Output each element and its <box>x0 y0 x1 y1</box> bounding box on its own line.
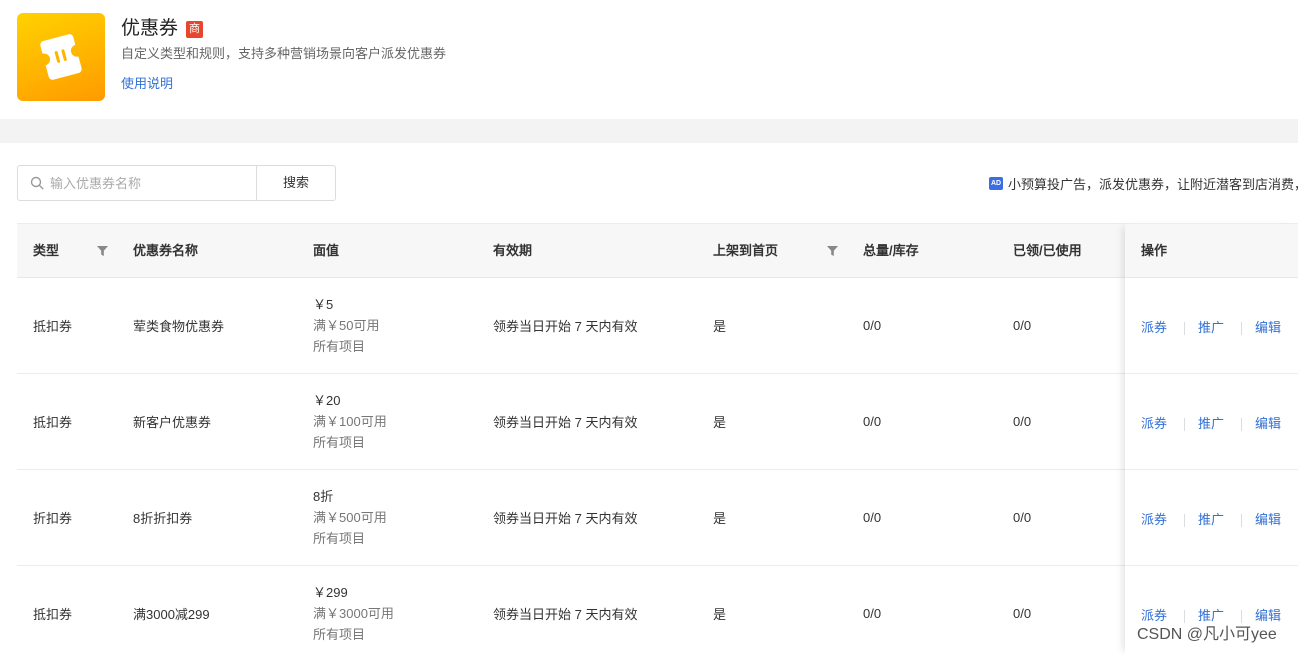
operations-header-label: 操作 <box>1141 243 1168 258</box>
watermark: CSDN @凡小可yee <box>1137 626 1277 643</box>
cell-claimed-used: 0/0 <box>1013 414 1032 429</box>
face-amount: ￥20 <box>313 393 341 408</box>
action-divider <box>1184 610 1185 623</box>
search-field[interactable] <box>17 165 257 201</box>
face-condition: 满￥50可用 <box>313 318 380 333</box>
table-header: 类型 优惠券名称 面值 有效期 上架到首页 总量/库存 已领/已使用 <box>17 223 1298 278</box>
column-header-validity: 有效期 <box>493 243 533 258</box>
cell-validity: 领券当日开始 7 天内有效 <box>493 511 638 526</box>
cell-name: 荤类食物优惠券 <box>133 319 225 334</box>
cell-name: 8折折扣券 <box>133 511 193 526</box>
search-icon <box>30 176 44 190</box>
table-row: 抵扣券 满3000减299 ￥299 满￥3000可用 所有项目 领券当日开始 … <box>17 566 1298 655</box>
cell-homepage: 是 <box>713 607 727 622</box>
cell-name: 满3000减299 <box>133 607 210 622</box>
cell-claimed-used: 0/0 <box>1013 510 1032 525</box>
table-row: 折扣券 8折折扣券 8折 满￥500可用 所有项目 领券当日开始 7 天内有效 … <box>17 470 1298 566</box>
face-scope: 所有项目 <box>313 339 366 354</box>
cell-stock: 0/0 <box>863 510 882 525</box>
page-header: 优惠券 商 自定义类型和规则，支持多种营销场景向客户派发优惠券 使用说明 <box>0 0 1298 119</box>
cell-validity: 领券当日开始 7 天内有效 <box>493 415 638 430</box>
action-divider <box>1184 418 1185 431</box>
issue-coupon-link[interactable]: 派券 <box>1141 607 1167 625</box>
column-header-name: 优惠券名称 <box>133 243 199 258</box>
operations-row: 派券 推广 编辑 <box>1125 470 1298 566</box>
cell-claimed-used: 0/0 <box>1013 318 1032 333</box>
issue-coupon-link[interactable]: 派券 <box>1141 415 1167 433</box>
face-condition: 满￥500可用 <box>313 510 387 525</box>
table-row: 抵扣券 新客户优惠券 ￥20 满￥100可用 所有项目 领券当日开始 7 天内有… <box>17 374 1298 470</box>
face-condition: 满￥100可用 <box>313 414 387 429</box>
action-divider <box>1184 514 1185 527</box>
coupon-ticket-icon <box>17 13 105 101</box>
promote-link[interactable]: 推广 <box>1198 319 1224 337</box>
cell-stock: 0/0 <box>863 606 882 621</box>
cell-type: 抵扣券 <box>33 415 73 430</box>
cell-type: 抵扣券 <box>33 607 73 622</box>
filter-icon[interactable] <box>827 246 838 256</box>
cell-type: 折扣券 <box>33 511 73 526</box>
cell-validity: 领券当日开始 7 天内有效 <box>493 607 638 622</box>
edit-link[interactable]: 编辑 <box>1255 319 1281 337</box>
cell-face-value: ￥5 满￥50可用 所有项目 <box>313 278 379 373</box>
title-row: 优惠券 商 <box>121 17 204 41</box>
cell-validity: 领券当日开始 7 天内有效 <box>493 319 638 334</box>
promote-link[interactable]: 推广 <box>1198 607 1224 625</box>
action-divider <box>1241 418 1242 431</box>
operations-column: 操作 派券 推广 编辑 派券 推广 编辑 派券 推广 编辑 派券 推广 编辑 <box>1125 223 1298 655</box>
face-condition: 满￥3000可用 <box>313 606 394 621</box>
issue-coupon-link[interactable]: 派券 <box>1141 511 1167 529</box>
face-amount: ￥5 <box>313 297 334 312</box>
filter-icon[interactable] <box>97 246 108 256</box>
operations-row: 派券 推广 编辑 <box>1125 278 1298 374</box>
table-row: 抵扣券 荤类食物优惠券 ￥5 满￥50可用 所有项目 领券当日开始 7 天内有效… <box>17 278 1298 374</box>
face-scope: 所有项目 <box>313 531 366 546</box>
help-link[interactable]: 使用说明 <box>121 75 173 93</box>
column-header-stock: 总量/库存 <box>863 243 919 258</box>
cell-stock: 0/0 <box>863 318 882 333</box>
edit-link[interactable]: 编辑 <box>1255 511 1281 529</box>
cell-claimed-used: 0/0 <box>1013 606 1032 621</box>
action-divider <box>1241 322 1242 335</box>
face-amount: 8折 <box>313 489 334 504</box>
business-badge: 商 <box>186 20 204 38</box>
cell-homepage: 是 <box>713 511 727 526</box>
action-divider <box>1241 610 1242 623</box>
cell-stock: 0/0 <box>863 414 882 429</box>
action-divider <box>1184 322 1185 335</box>
column-header-face-value: 面值 <box>313 243 340 258</box>
cell-name: 新客户优惠券 <box>133 415 212 430</box>
operations-row: 派券 推广 编辑 <box>1125 374 1298 470</box>
issue-coupon-link[interactable]: 派券 <box>1141 319 1167 337</box>
cell-face-value: ￥20 满￥100可用 所有项目 <box>313 374 387 469</box>
face-amount: ￥299 <box>313 585 348 600</box>
promote-link[interactable]: 推广 <box>1198 511 1224 529</box>
search-button[interactable]: 搜索 <box>256 165 336 201</box>
ad-banner-text: 小预算投广告，派发优惠券，让附近潜客到店消费， <box>1008 176 1298 192</box>
search-input[interactable] <box>50 175 240 191</box>
ad-icon: AD <box>989 176 1003 190</box>
page-subtitle: 自定义类型和规则，支持多种营销场景向客户派发优惠券 <box>121 46 447 61</box>
page-title: 优惠券 <box>121 18 179 39</box>
face-scope: 所有项目 <box>313 435 366 450</box>
column-header-type: 类型 <box>33 243 60 258</box>
face-scope: 所有项目 <box>313 627 366 642</box>
edit-link[interactable]: 编辑 <box>1255 607 1281 625</box>
column-header-claimed-used: 已领/已使用 <box>1013 243 1082 258</box>
cell-homepage: 是 <box>713 415 727 430</box>
cell-homepage: 是 <box>713 319 727 334</box>
edit-link[interactable]: 编辑 <box>1255 415 1281 433</box>
column-header-homepage: 上架到首页 <box>713 243 779 258</box>
section-divider <box>0 119 1298 143</box>
column-header-operations: 操作 <box>1125 223 1298 278</box>
cell-face-value: ￥299 满￥3000可用 所有项目 <box>313 566 394 655</box>
cell-face-value: 8折 满￥500可用 所有项目 <box>313 470 387 565</box>
promote-link[interactable]: 推广 <box>1198 415 1224 433</box>
cell-type: 抵扣券 <box>33 319 73 334</box>
action-divider <box>1241 514 1242 527</box>
ad-banner[interactable]: AD 小预算投广告，派发优惠券，让附近潜客到店消费， <box>989 174 1298 192</box>
